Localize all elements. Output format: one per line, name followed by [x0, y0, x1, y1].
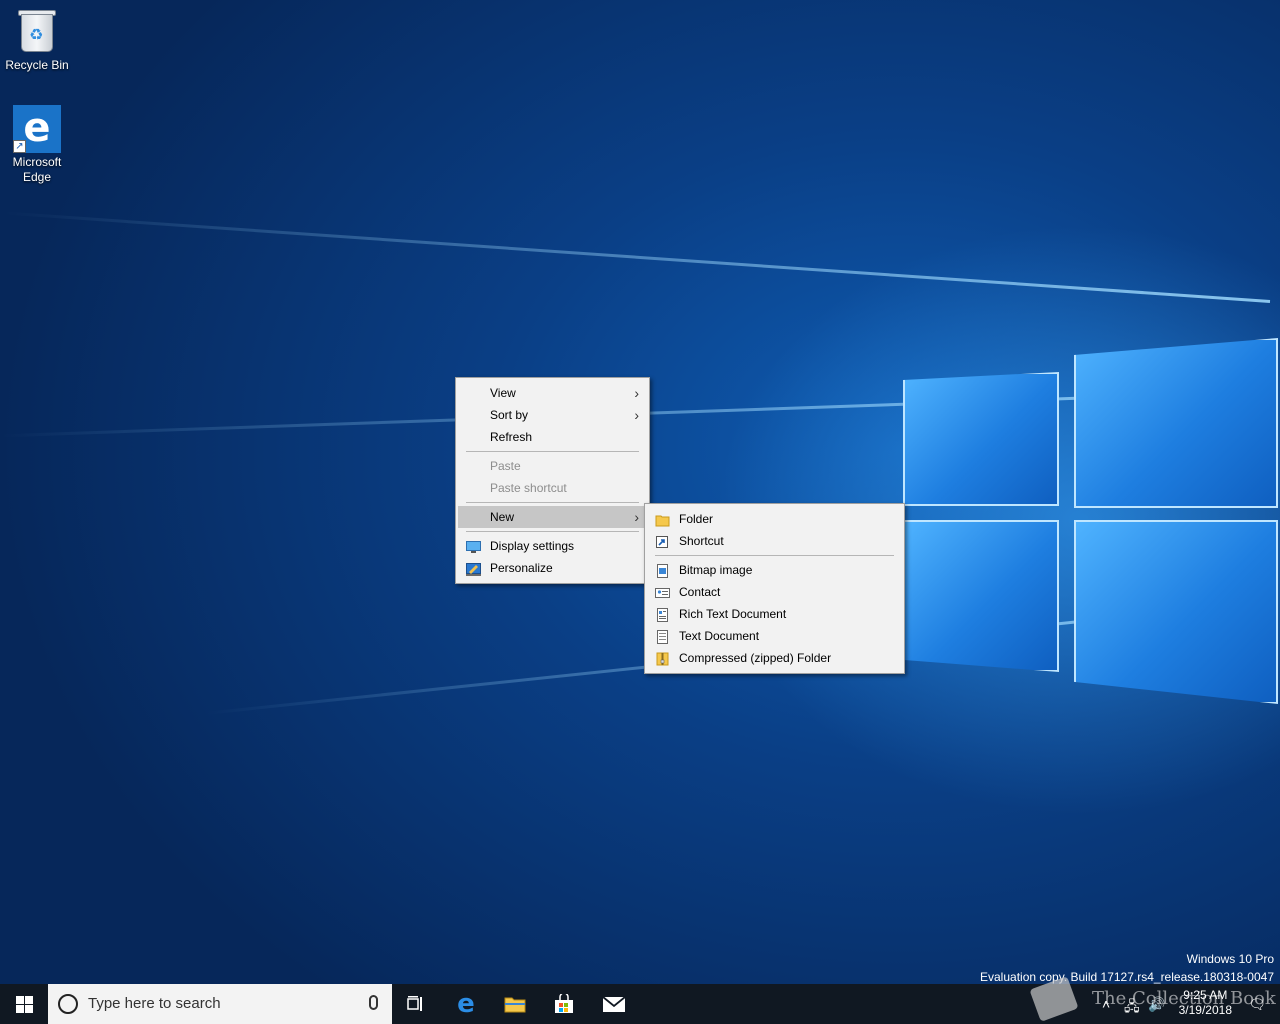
edge-icon: e ↗: [13, 105, 61, 153]
menu-item-label: Shortcut: [679, 534, 724, 548]
taskbar-mail-button[interactable]: [590, 984, 638, 1024]
shortcut-icon: [655, 534, 670, 548]
menu-separator: [466, 502, 639, 503]
brand-watermark: The Collection Book: [1029, 976, 1280, 1024]
menu-item-label: Paste shortcut: [490, 481, 567, 495]
menu-item-label: Folder: [679, 512, 714, 526]
light-beam: [2, 211, 1271, 303]
menu-item-label: Compressed (zipped) Folder: [679, 651, 832, 665]
edge-icon: e: [457, 989, 475, 1019]
windows-logo-pane: [903, 520, 1059, 672]
desktop[interactable]: ♻ Recycle Bin e ↗ Microsoft Edge View › So…: [0, 0, 1280, 984]
windows-logo-pane: [1074, 338, 1278, 508]
submenu-item-rich-text-document[interactable]: Rich Text Document: [645, 603, 904, 625]
folder-icon: [655, 512, 670, 527]
recycle-bin-icon: ♻: [13, 8, 61, 56]
menu-item-personalize[interactable]: Personalize: [456, 557, 649, 579]
display-settings-icon: [466, 539, 481, 553]
menu-item-label: Rich Text Document: [679, 607, 787, 621]
submenu-item-bitmap-image[interactable]: Bitmap image: [645, 559, 904, 581]
zipped-folder-icon: [655, 651, 670, 666]
menu-item-label: Bitmap image: [679, 563, 753, 577]
menu-item-label: Sort by: [490, 408, 529, 422]
menu-item-new[interactable]: New ›: [458, 506, 647, 528]
menu-item-refresh[interactable]: Refresh: [456, 426, 649, 448]
desktop-icon-microsoft-edge[interactable]: e ↗ Microsoft Edge: [0, 105, 74, 185]
new-submenu: Folder Shortcut Bitmap image Contact Ric…: [644, 503, 905, 674]
taskbar-file-explorer-button[interactable]: [491, 984, 539, 1024]
file-explorer-icon: [504, 997, 526, 1013]
mail-icon: [602, 996, 626, 1012]
desktop-icon-recycle-bin[interactable]: ♻ Recycle Bin: [0, 8, 74, 73]
rich-text-document-icon: [655, 607, 670, 622]
submenu-item-compressed-folder[interactable]: Compressed (zipped) Folder: [645, 647, 904, 669]
context-menu: View › Sort by › Refresh Paste Paste short…: [455, 377, 650, 584]
menu-separator: [466, 531, 639, 532]
menu-separator: [655, 555, 894, 556]
menu-item-label: Display settings: [490, 539, 575, 553]
book-logo-icon: [1029, 976, 1079, 1022]
chevron-right-icon: ›: [634, 509, 639, 525]
menu-item-label: Personalize: [490, 561, 553, 575]
personalize-icon: [466, 561, 481, 576]
desktop-icon-label: Microsoft Edge: [12, 155, 62, 184]
search-placeholder: Type here to search: [88, 995, 221, 1012]
shortcut-arrow-icon: ↗: [13, 140, 26, 153]
brand-text: The Collection Book: [1092, 988, 1276, 1009]
text-document-icon: [655, 629, 670, 644]
menu-item-display-settings[interactable]: Display settings: [456, 535, 649, 557]
windows-logo-pane: [903, 372, 1059, 506]
bitmap-image-icon: [655, 563, 670, 578]
chevron-right-icon: ›: [634, 407, 639, 423]
submenu-item-folder[interactable]: Folder: [645, 508, 904, 530]
submenu-item-text-document[interactable]: Text Document: [645, 625, 904, 647]
taskbar-store-button[interactable]: [540, 984, 588, 1024]
chevron-right-icon: ›: [634, 385, 639, 401]
menu-item-label: Text Document: [679, 629, 760, 643]
submenu-item-shortcut[interactable]: Shortcut: [645, 530, 904, 552]
windows-start-icon: [15, 995, 33, 1013]
submenu-item-contact[interactable]: Contact: [645, 581, 904, 603]
desktop-icon-label: Recycle Bin: [5, 58, 69, 72]
edition-text: Windows 10 Pro: [1186, 952, 1274, 966]
microphone-icon[interactable]: [369, 995, 378, 1010]
task-view-button[interactable]: [392, 984, 440, 1024]
cortana-icon: [58, 994, 78, 1014]
menu-item-label: Refresh: [490, 430, 533, 444]
start-button[interactable]: [0, 984, 48, 1024]
menu-item-label: New: [490, 510, 515, 524]
menu-item-paste-shortcut: Paste shortcut: [456, 477, 649, 499]
menu-item-view[interactable]: View ›: [456, 382, 649, 404]
windows-logo-pane: [1074, 520, 1278, 704]
taskbar-search-box[interactable]: Type here to search: [48, 984, 392, 1024]
task-view-icon: [407, 996, 422, 1011]
menu-item-sort-by[interactable]: Sort by ›: [456, 404, 649, 426]
menu-item-paste: Paste: [456, 455, 649, 477]
menu-separator: [466, 451, 639, 452]
menu-item-label: Paste: [490, 459, 521, 473]
contact-icon: [655, 585, 670, 599]
taskbar-edge-button[interactable]: e: [442, 984, 490, 1024]
menu-item-label: View: [490, 386, 516, 400]
menu-item-label: Contact: [679, 585, 721, 599]
store-icon: [555, 994, 573, 1013]
